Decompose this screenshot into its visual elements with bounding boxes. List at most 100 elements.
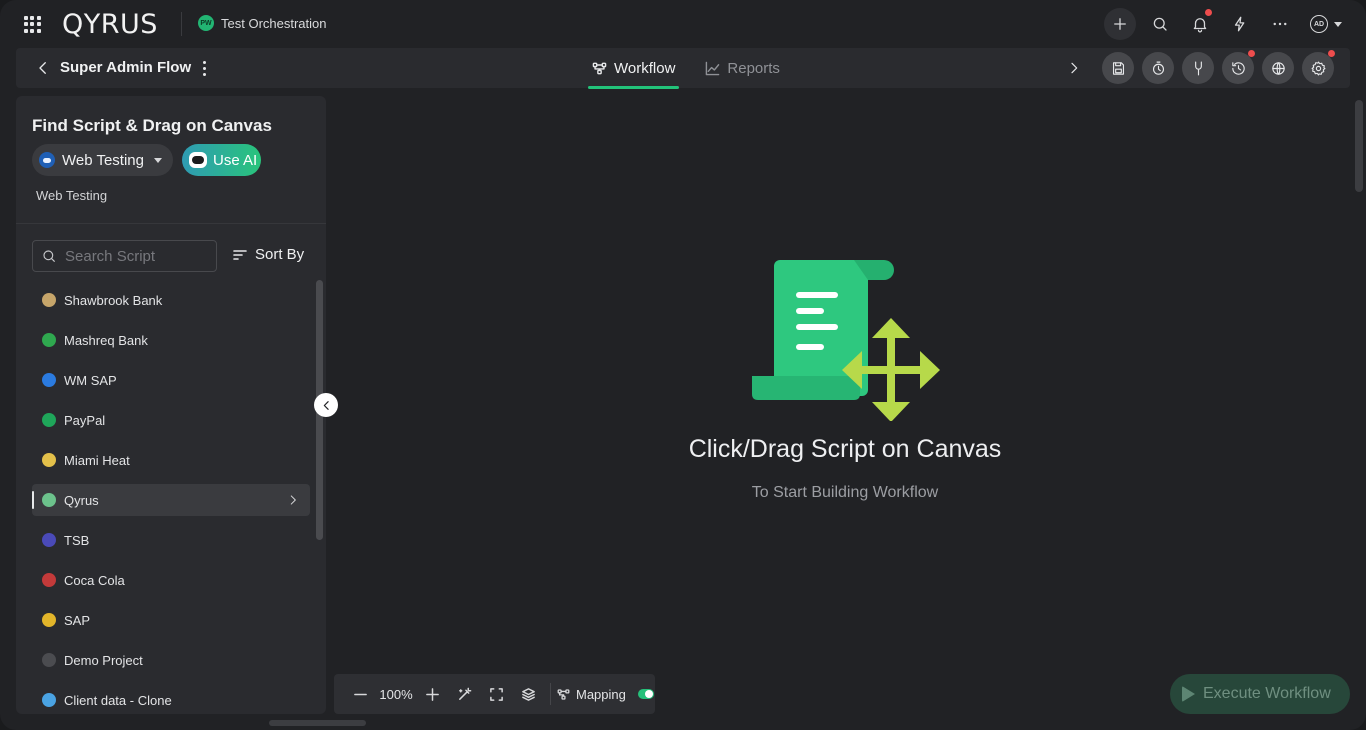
expand-actions-button[interactable] xyxy=(1062,52,1086,84)
plus-icon xyxy=(425,687,439,701)
mapping-button[interactable] xyxy=(1182,52,1214,84)
zoom-out-button[interactable] xyxy=(344,678,376,710)
quick-actions-button[interactable] xyxy=(1224,8,1256,40)
canvas-vertical-scrollbar[interactable] xyxy=(1355,100,1363,192)
list-item[interactable]: Mashreq Bank xyxy=(32,320,310,360)
search-input[interactable] xyxy=(65,247,205,265)
list-item[interactable]: Shawbrook Bank xyxy=(32,280,310,320)
project-icon xyxy=(42,613,56,627)
play-icon xyxy=(1182,686,1195,702)
list-item-label: PayPal xyxy=(64,412,106,428)
settings-button[interactable] xyxy=(1302,50,1335,84)
empty-state-subtitle: To Start Building Workflow xyxy=(751,484,939,501)
page-title: Super Admin Flow xyxy=(60,59,192,76)
settings-icon xyxy=(1311,61,1325,75)
list-item[interactable]: SAP xyxy=(32,600,310,640)
mapping-icon xyxy=(1194,61,1202,75)
list-item-label: Qyrus xyxy=(64,492,99,508)
project-selector[interactable]: PW Test Orchestration xyxy=(198,15,327,31)
global-search-button[interactable] xyxy=(1144,8,1176,40)
history-button[interactable] xyxy=(1222,50,1255,84)
list-scrollbar[interactable] xyxy=(316,280,324,714)
module-dropdown[interactable]: Web Testing xyxy=(32,144,173,176)
save-button[interactable] xyxy=(1102,52,1134,84)
list-item-label: Miami Heat xyxy=(64,452,130,468)
panel-title: Find Script & Drag on Canvas xyxy=(32,116,272,135)
auto-arrange-button[interactable] xyxy=(448,678,480,710)
magic-wand-icon xyxy=(458,687,471,700)
mapping-switch[interactable] xyxy=(637,689,654,699)
collapse-panel-button[interactable] xyxy=(314,393,338,417)
list-item[interactable]: Demo Project xyxy=(32,640,310,680)
flow-options-button[interactable] xyxy=(201,58,207,78)
sort-by-button[interactable]: Sort By xyxy=(232,246,304,263)
project-list: Shawbrook Bank Mashreq Bank WM SAP PayPal Mi… xyxy=(32,280,310,714)
zoom-in-button[interactable] xyxy=(416,678,448,710)
notifications-button[interactable] xyxy=(1184,8,1216,40)
tab-reports[interactable]: Reports xyxy=(703,48,782,88)
web-testing-icon xyxy=(39,152,55,168)
workflow-icon xyxy=(592,62,607,74)
list-item[interactable]: Client data - Clone xyxy=(32,680,310,714)
empty-state-title: Click/Drag Script on Canvas xyxy=(688,435,1002,463)
apps-grid-icon[interactable] xyxy=(22,14,42,34)
toolbar-divider xyxy=(550,683,551,705)
fit-screen-button[interactable] xyxy=(480,678,512,710)
list-item-label: SAP xyxy=(64,612,91,628)
tab-reports-label: Reports xyxy=(727,59,780,77)
robot-icon xyxy=(189,152,207,168)
project-icon xyxy=(42,533,56,547)
execute-workflow-label: Execute Workflow xyxy=(1203,685,1331,702)
module-dropdown-label: Web Testing xyxy=(62,151,144,169)
search-icon xyxy=(43,250,55,262)
use-ai-button[interactable]: Use AI xyxy=(182,144,261,176)
chevron-right-icon xyxy=(1071,62,1078,74)
list-item-label: Mashreq Bank xyxy=(64,332,148,348)
notification-badge xyxy=(1205,9,1212,16)
list-item[interactable]: TSB xyxy=(32,520,310,560)
more-options-button[interactable] xyxy=(1264,8,1296,40)
project-icon xyxy=(42,693,56,707)
tab-workflow[interactable]: Workflow xyxy=(587,48,680,89)
header-divider xyxy=(181,12,182,36)
workflow-canvas[interactable]: Click/Drag Script on Canvas To Start Bui… xyxy=(330,96,1350,714)
list-item-label: WM SAP xyxy=(64,372,117,388)
minus-icon xyxy=(353,693,367,695)
search-icon xyxy=(1153,17,1167,31)
caret-down-icon xyxy=(1334,21,1342,27)
history-icon xyxy=(1231,61,1245,75)
line-chart-icon xyxy=(706,61,720,75)
list-item[interactable]: Coca Cola xyxy=(32,560,310,600)
list-item-label: Shawbrook Bank xyxy=(64,292,163,308)
list-item[interactable]: PayPal xyxy=(32,400,310,440)
list-item[interactable]: Qyrus xyxy=(32,484,310,516)
panel-divider xyxy=(16,223,326,224)
user-menu[interactable]: AD xyxy=(1310,15,1342,33)
avatar: AD xyxy=(1310,15,1328,33)
globe-icon xyxy=(1271,61,1285,75)
canvas-horizontal-scrollbar[interactable] xyxy=(269,720,366,726)
mapping-toggle[interactable]: Mapping xyxy=(557,687,654,702)
execute-workflow-button[interactable]: Execute Workflow xyxy=(1170,674,1350,714)
view-tabs: Workflow Reports xyxy=(587,48,782,89)
schedule-button[interactable] xyxy=(1142,52,1174,84)
app-window: QYRUS PW Test Orchestration AD Super Adm… xyxy=(0,0,1366,730)
back-button[interactable] xyxy=(34,59,52,77)
list-item[interactable]: WM SAP xyxy=(32,360,310,400)
brand-logo[interactable]: QYRUS xyxy=(62,9,158,40)
create-button[interactable] xyxy=(1104,8,1136,40)
list-item[interactable]: Miami Heat xyxy=(32,440,310,480)
sort-icon xyxy=(233,249,247,260)
list-item-label: Demo Project xyxy=(64,652,143,668)
environment-button[interactable] xyxy=(1262,52,1294,84)
workflow-icon xyxy=(557,688,570,700)
project-icon xyxy=(42,293,56,307)
top-navbar: QYRUS PW Test Orchestration AD xyxy=(0,0,1366,48)
workflow-header: Super Admin Flow Workflow Reports xyxy=(16,48,1350,89)
use-ai-label: Use AI xyxy=(213,151,258,169)
zoom-level: 100% xyxy=(379,686,413,702)
project-name: Test Orchestration xyxy=(221,15,327,31)
project-icon xyxy=(42,493,56,507)
module-subtitle: Web Testing xyxy=(36,188,108,203)
layers-button[interactable] xyxy=(512,678,544,710)
